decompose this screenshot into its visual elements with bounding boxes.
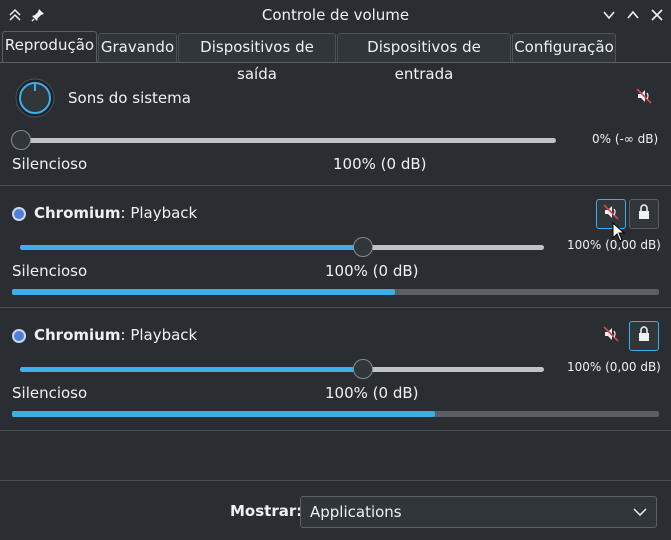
stream-1-center-label: 100% (0 dB) xyxy=(325,262,419,280)
stream-1-slider-handle[interactable] xyxy=(353,237,374,257)
chromium-icon xyxy=(12,329,26,343)
speaker-muted-icon xyxy=(636,88,652,108)
stream-section-1: Chromium: Playback 100% (0,00 dB) Silenc… xyxy=(0,186,671,308)
stream-1-lock-channels-button[interactable] xyxy=(629,199,659,229)
stream-2-stream-name: Playback xyxy=(130,326,198,344)
stream-2-min-label: Silencioso xyxy=(12,384,88,402)
tab-bar: Reprodução Gravando Dispositivos de saíd… xyxy=(0,31,671,83)
close-icon[interactable] xyxy=(646,4,668,26)
tab-gravando[interactable]: Gravando xyxy=(98,33,177,62)
stream-2-slider-handle[interactable] xyxy=(353,359,374,379)
system-sounds-min-label: Silencioso xyxy=(12,155,88,173)
stream-1-volume-slider[interactable] xyxy=(20,245,544,250)
chevron-down-icon xyxy=(632,504,648,524)
stream-2-center-label: 100% (0 dB) xyxy=(325,384,419,402)
title-bar: Controle de volume xyxy=(0,0,671,31)
stream-2-lock-channels-button[interactable] xyxy=(629,321,659,351)
tab-configuracao[interactable]: Configuração xyxy=(512,33,616,62)
lock-icon xyxy=(637,326,651,346)
stream-2-level: 100% (0,00 dB) xyxy=(567,360,661,374)
speaker-muted-icon xyxy=(603,204,619,224)
tab-dispositivos-de-entrada[interactable]: Dispositivos de entrada xyxy=(337,33,511,83)
show-label: Mostrar: xyxy=(230,502,303,520)
playback-panel: Sons do sistema 0% (-∞ dB) Silencioso 10… xyxy=(0,62,671,480)
stream-2-title: Chromium: Playback xyxy=(34,326,198,344)
chromium-icon xyxy=(12,207,26,221)
lock-icon xyxy=(637,204,651,224)
stream-2-peak-meter xyxy=(12,411,659,417)
system-sounds-volume-slider[interactable] xyxy=(20,138,556,143)
stream-1-app-name: Chromium xyxy=(34,204,121,222)
stream-1-stream-name: Playback xyxy=(130,204,198,222)
stream-1-title: Chromium: Playback xyxy=(34,204,198,222)
system-sounds-slider-handle[interactable] xyxy=(11,130,31,150)
stream-1-peak-meter xyxy=(12,289,659,295)
stream-2-mute-button[interactable] xyxy=(596,321,626,351)
stream-2-app-name: Chromium xyxy=(34,326,121,344)
tab-dispositivos-de-saida[interactable]: Dispositivos de saída xyxy=(178,33,336,83)
tab-reproducao[interactable]: Reprodução xyxy=(2,31,97,63)
footer-bar: Mostrar: Applications xyxy=(0,480,671,540)
speaker-muted-icon xyxy=(603,326,619,346)
show-select[interactable]: Applications xyxy=(300,496,657,528)
system-sounds-center-label: 100% (0 dB) xyxy=(333,155,427,173)
system-sounds-level: 0% (-∞ dB) xyxy=(592,132,659,146)
volume-knob-icon xyxy=(15,78,55,118)
system-sounds-name: Sons do sistema xyxy=(68,89,191,107)
stream-2-volume-slider[interactable] xyxy=(20,367,544,372)
system-sounds-section: Sons do sistema 0% (-∞ dB) Silencioso 10… xyxy=(0,63,671,186)
stream-section-2: Chromium: Playback 100% (0,00 dB) Silenc… xyxy=(0,308,671,431)
minimize-icon[interactable] xyxy=(598,4,620,26)
system-sounds-mute-button[interactable] xyxy=(629,83,659,113)
stream-1-level: 100% (0,00 dB) xyxy=(567,238,661,252)
show-select-value: Applications xyxy=(310,503,402,521)
maximize-icon[interactable] xyxy=(622,4,644,26)
stream-1-min-label: Silencioso xyxy=(12,262,88,280)
window-title: Controle de volume xyxy=(261,6,410,24)
